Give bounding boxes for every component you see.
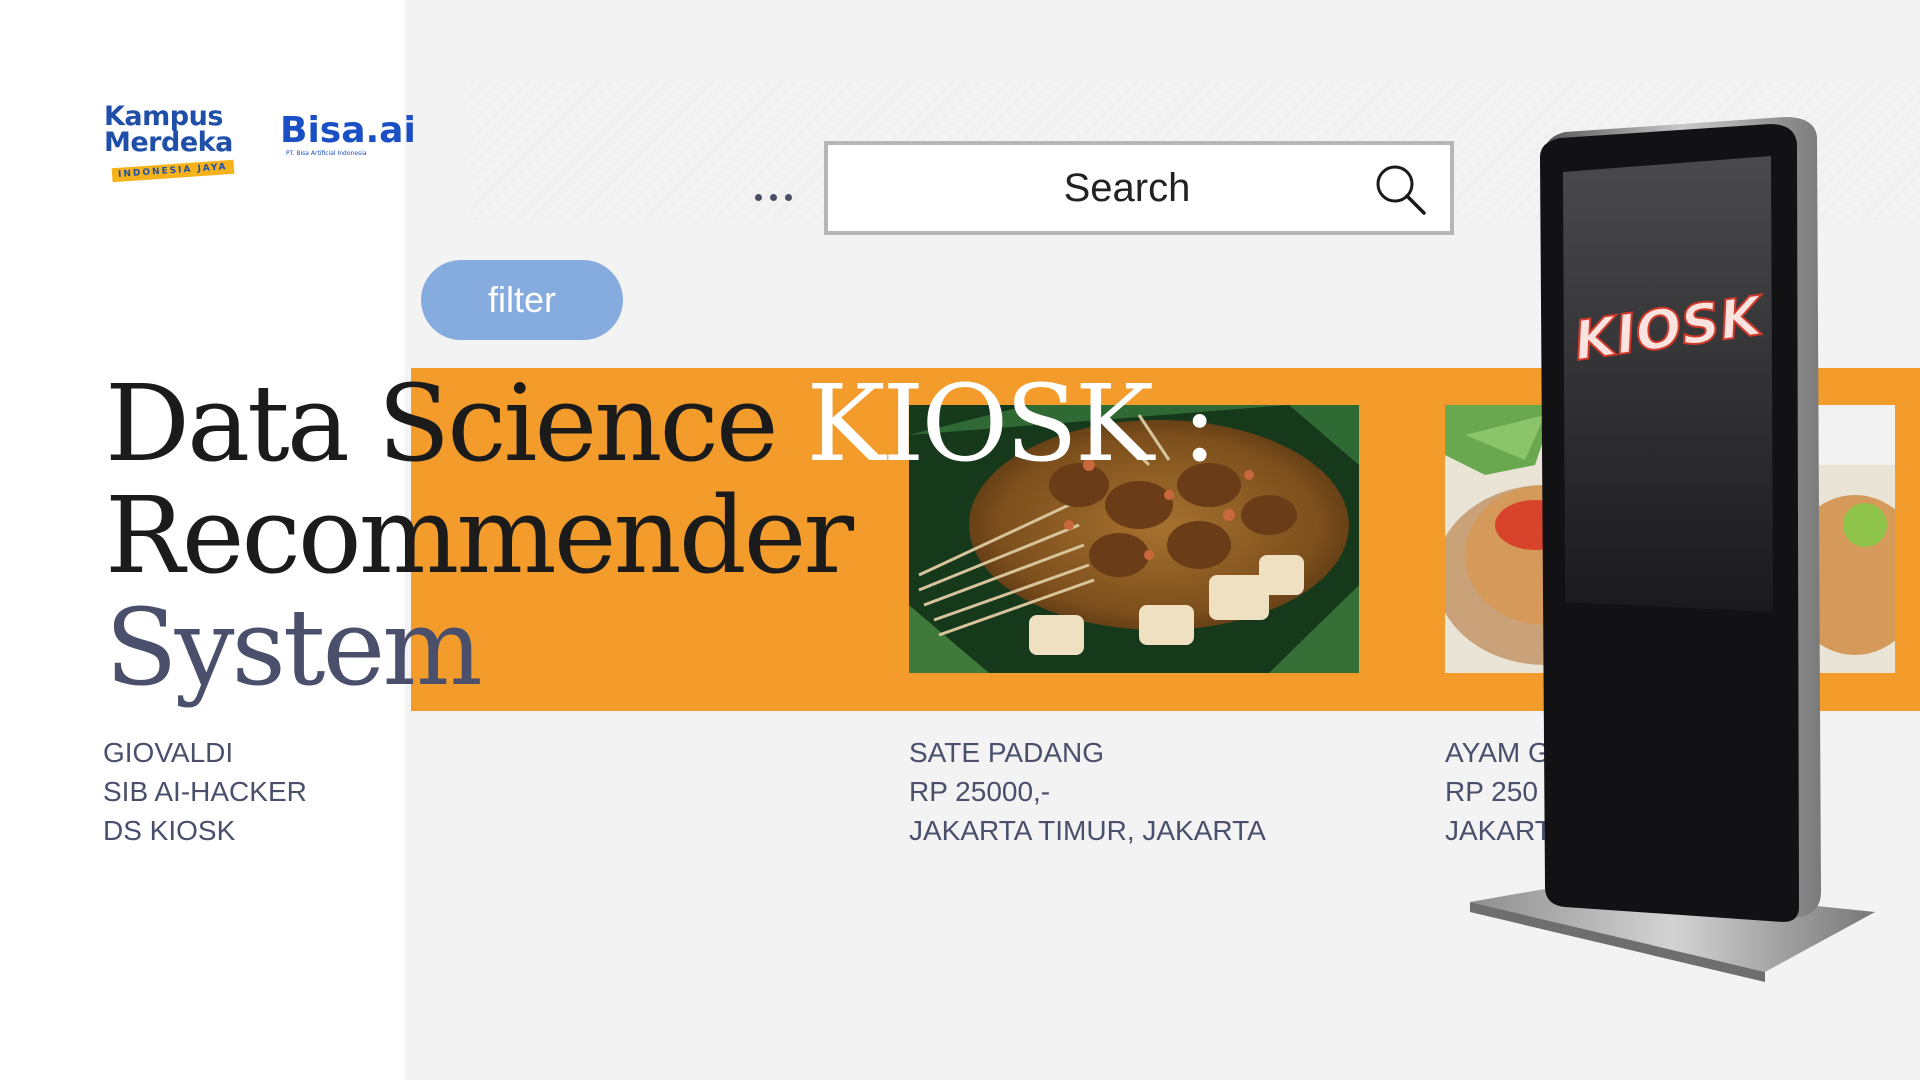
kampus-merdeka-logo: Kampus Merdeka INDONESIA JAYA [104, 103, 254, 190]
author-name: GIOVALDI [103, 737, 234, 768]
bisa-ai-logo-subtitle: PT. Bisa Artificial Indonesia [286, 150, 367, 157]
title-line-1-part-2: KIOSK : [806, 362, 1217, 485]
kiosk-device-image: KIOSK [1465, 112, 1885, 992]
author-info: GIOVALDI SIB AI-HACKER DS KIOSK [103, 733, 307, 850]
title-line-2: Recommender [105, 474, 854, 597]
page-title: Data Science KIOSK : Recommender System [105, 368, 1218, 709]
author-project: DS KIOSK [103, 815, 236, 846]
kampus-merdeka-logo-line2: Merdeka [104, 127, 233, 158]
filter-button[interactable]: filter [421, 260, 623, 340]
dot [770, 193, 777, 201]
title-line-1: Data Science KIOSK : [105, 368, 1218, 480]
bisa-ai-logo: Bisa.ai PT. Bisa Artificial Indonesia [280, 110, 416, 172]
search-icon[interactable] [1372, 161, 1428, 217]
food-price: RP 25000,- [909, 776, 1051, 807]
dot [755, 193, 762, 201]
food-info-sate-padang: SATE PADANG RP 25000,- JAKARTA TIMUR, JA… [909, 733, 1266, 850]
food-location: JAKARTA TIMUR, JAKARTA [909, 815, 1266, 846]
title-line-3: System [105, 586, 483, 709]
kampus-merdeka-logo-tagline: INDONESIA JAYA [111, 159, 235, 183]
author-program: SIB AI-HACKER [103, 776, 307, 807]
title-line-1-part-1: Data Science [105, 362, 807, 485]
food-name[interactable]: SATE PADANG [909, 733, 1266, 772]
search-box [824, 141, 1454, 235]
bisa-ai-logo-name: Bisa.ai [280, 110, 416, 151]
dot [785, 193, 792, 201]
search-input[interactable] [828, 145, 1368, 231]
more-dots-icon[interactable] [755, 182, 807, 212]
